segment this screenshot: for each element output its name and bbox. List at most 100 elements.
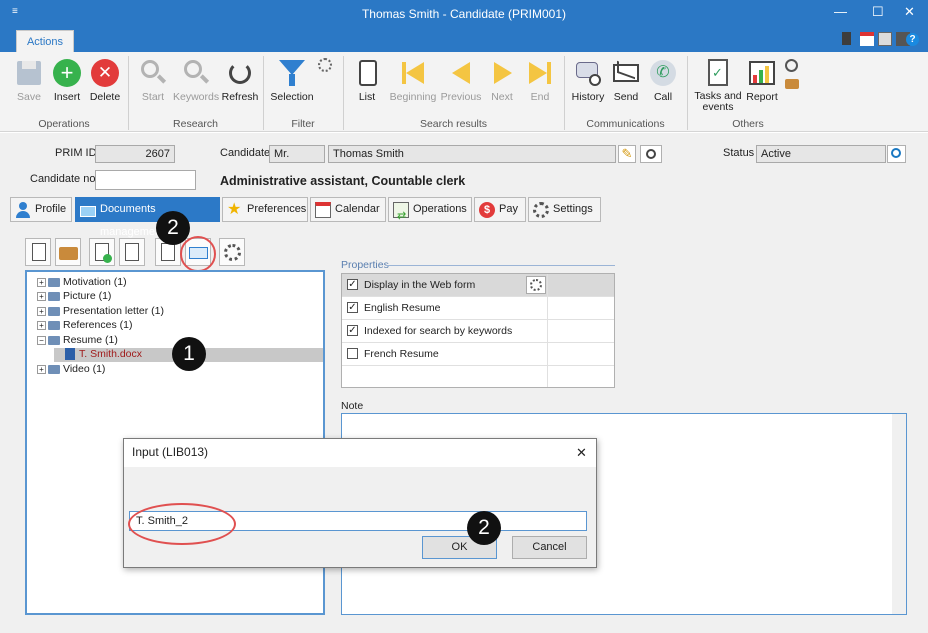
floppy-icon [14,58,44,88]
property-label: Indexed for search by keywords [364,325,513,337]
note-scrollbar[interactable] [892,414,906,614]
checkbox[interactable] [347,348,358,359]
tree-node-label: T. Smith.docx [79,348,143,360]
property-row[interactable]: ✓ English Resume [342,297,614,320]
delete-button[interactable]: ✕ Delete [88,58,122,103]
group-communications: Communications [586,118,665,130]
property-row[interactable]: French Resume [342,343,614,366]
call-button[interactable]: ✆ Call [648,58,678,103]
pencil-icon[interactable]: ✎ [618,145,636,163]
calculator-icon[interactable] [842,32,851,45]
expand-icon[interactable]: + [37,364,46,374]
calendar-icon[interactable] [860,32,874,46]
start-button[interactable]: Start [138,58,168,103]
first-record-icon [398,58,428,88]
status-search-icon[interactable] [887,145,906,163]
document-zoom-icon [161,243,175,261]
save-button[interactable]: Save [14,58,44,103]
status-field[interactable]: Active [756,145,886,163]
person-icon [15,202,31,218]
job-title: Administrative assistant, Countable cler… [220,174,466,188]
checkbox[interactable]: ✓ [347,302,358,313]
folder-icon [48,291,60,301]
prim-id-label: PRIM ID [55,147,97,159]
next-button[interactable]: Next [486,58,518,103]
envelope-icon [611,58,641,88]
property-label: Display in the Web form [364,279,476,291]
selection-button[interactable]: Selection [269,58,315,103]
candidate-name-field[interactable]: Thomas Smith [328,145,616,163]
magnifier-icon [138,58,168,88]
tree-node-motivation[interactable]: + Motivation (1) [37,276,127,290]
close-button[interactable]: ✕ [904,4,915,20]
cancel-button[interactable]: Cancel [512,536,587,559]
maximize-button[interactable]: ☐ [872,4,884,20]
tab-settings[interactable]: Settings [528,197,601,222]
beginning-button[interactable]: Beginning [388,58,438,103]
dollar-icon: $ [479,202,495,218]
expand-icon[interactable]: + [37,291,46,301]
previous-button[interactable]: Previous [440,58,482,103]
document-search-icon [32,243,46,261]
delete-label: Delete [89,91,121,103]
collapse-icon[interactable]: − [37,335,46,345]
filter-settings-icon[interactable] [318,58,332,72]
refresh-icon [225,58,255,88]
tab-documents-management[interactable]: Documents management [75,197,220,238]
phone-icon: ✆ [648,58,678,88]
funnel-icon [277,58,307,88]
candidate-no-field[interactable] [95,170,196,190]
candidate-label: Candidate [220,147,271,159]
keywords-button[interactable]: Keywords [173,58,219,103]
new-document-button[interactable] [89,238,115,266]
property-row[interactable]: ✓ Indexed for search by keywords [342,320,614,343]
tree-node-presentation-letter[interactable]: + Presentation letter (1) [37,305,164,319]
window-title: Thomas Smith - Candidate (PRIM001) [361,7,567,21]
send-button[interactable]: Send [611,58,641,103]
history-button[interactable]: History [570,58,606,103]
tree-node-picture[interactable]: + Picture (1) [37,290,111,304]
expand-icon[interactable]: + [37,277,46,287]
tasks-events-button[interactable]: ✓ Tasks and events [693,58,743,113]
tab-profile[interactable]: Profile [10,197,72,222]
tab-actions[interactable]: Actions [16,30,74,52]
checkbox[interactable]: ✓ [347,279,358,290]
document-settings-button[interactable] [219,238,245,266]
tab-preferences[interactable]: ★ Preferences [222,197,308,222]
expand-icon[interactable]: + [37,320,46,330]
status-label: Status [723,147,755,159]
tab-calendar[interactable]: Calendar [310,197,386,222]
end-button[interactable]: End [524,58,556,103]
cv-search-icon[interactable] [640,145,662,163]
tab-operations[interactable]: ⇄ Operations [388,197,472,222]
import-document-button[interactable] [55,238,81,266]
group-search-results: Search results [419,118,488,130]
insert-button[interactable]: + Insert [51,58,83,103]
tab-profile-label: Profile [35,203,67,215]
tab-pay[interactable]: $ Pay [474,197,526,222]
checkbox[interactable]: ✓ [347,325,358,336]
tree-node-resume[interactable]: − Resume (1) [37,334,118,348]
document-history-button[interactable] [119,238,145,266]
minimize-button[interactable]: — [834,4,847,19]
candidate-title-field[interactable]: Mr. [269,145,325,163]
insert-label: Insert [53,91,81,103]
refresh-button[interactable]: Refresh [221,58,259,103]
view-document-button[interactable] [25,238,51,266]
prim-id-field: 2607 [95,145,175,163]
tree-node-video[interactable]: + Video (1) [37,363,105,377]
gear-icon[interactable] [526,276,546,294]
printer-icon[interactable] [878,32,892,46]
expand-icon[interactable]: + [37,306,46,316]
inbox-icon[interactable] [785,79,799,89]
dialog-close-button[interactable]: ✕ [576,445,587,461]
property-row[interactable]: ✓ Display in the Web form [342,274,614,297]
send-label: Send [613,91,639,103]
clock-icon[interactable] [785,59,798,72]
help-icon[interactable]: ? [906,33,919,46]
tree-node-resume-file[interactable]: T. Smith.docx [65,348,142,362]
report-button[interactable]: Report [745,58,779,103]
list-button[interactable]: List [353,58,381,103]
history-label: History [571,91,605,103]
tree-node-references[interactable]: + References (1) [37,319,132,333]
